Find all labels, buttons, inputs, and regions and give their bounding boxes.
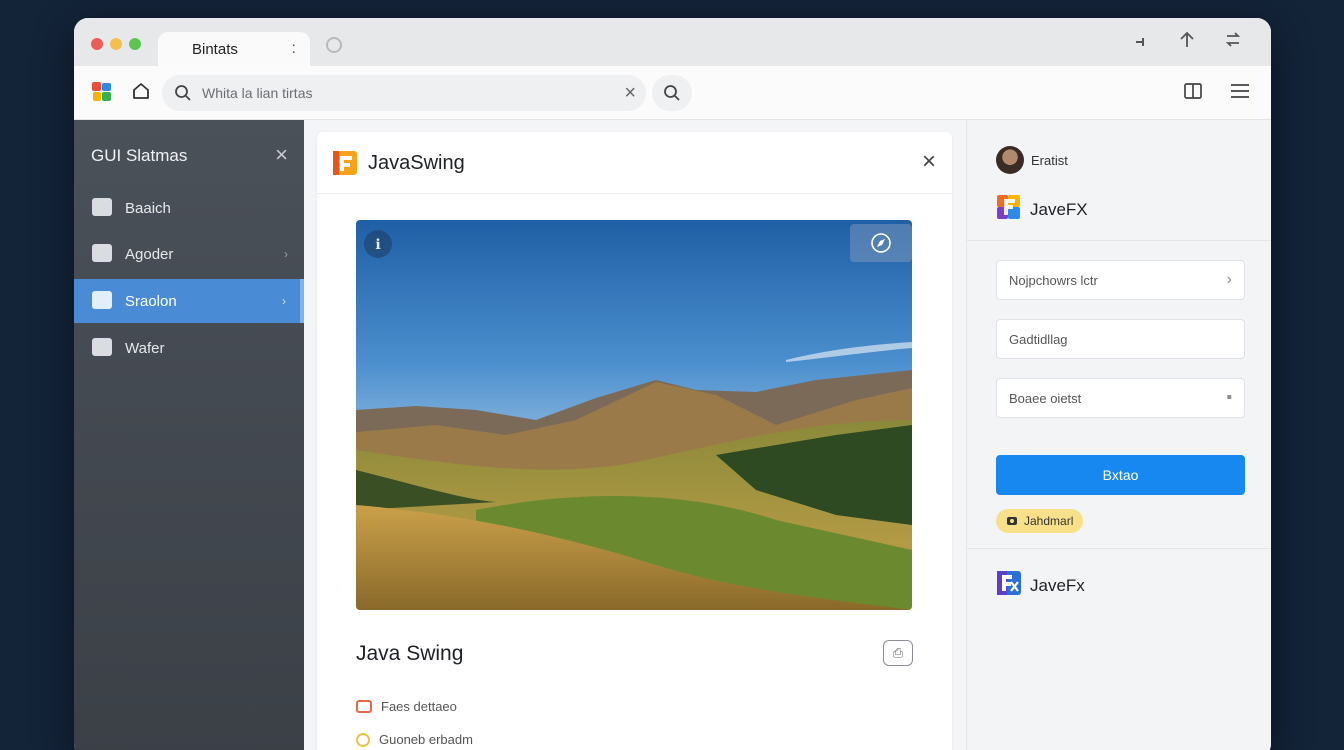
javafx-logo-icon xyxy=(997,195,1020,219)
java-swing-logo-icon xyxy=(333,151,357,175)
meta-label: Guoneb erbadm xyxy=(379,732,473,747)
tab-more-icon[interactable]: : xyxy=(292,40,296,58)
search-button[interactable] xyxy=(652,75,692,111)
sidebar: GUI Slatmas × Baaich Agoder › Sraolon › … xyxy=(74,120,304,750)
field-label: Nojpchowrs lctr xyxy=(1009,272,1098,288)
calendar-icon xyxy=(356,700,372,713)
divider xyxy=(967,240,1271,241)
export-button[interactable]: ⎙ xyxy=(883,640,913,666)
upload-icon[interactable] xyxy=(1177,30,1201,50)
cloud-icon xyxy=(92,291,112,309)
field-label: Boaee oietst xyxy=(1009,390,1082,406)
file-icon xyxy=(92,198,112,216)
chevron-right-icon: › xyxy=(282,294,286,308)
tag-icon xyxy=(1007,517,1017,525)
meta-row-0: Faes dettaeo xyxy=(356,699,457,714)
primary-button[interactable]: Bxtao xyxy=(996,455,1245,495)
field-label: Gadtidllag xyxy=(1009,331,1068,347)
sidebar-item-1[interactable]: Agoder › xyxy=(74,232,304,276)
app-name-top: JaveFX xyxy=(1030,200,1088,219)
inbox-icon xyxy=(92,244,112,262)
chevron-right-icon: › xyxy=(284,247,288,261)
user-name: Eratist xyxy=(1031,153,1068,168)
share-icon[interactable] xyxy=(1223,30,1247,50)
search-placeholder: Whita la lian tirtas xyxy=(202,85,313,101)
info-icon[interactable]: ℹ xyxy=(364,230,392,258)
avatar[interactable] xyxy=(996,146,1024,174)
sidebar-item-0[interactable]: Baaich xyxy=(74,186,304,230)
status-badge-label: Jahdmarl xyxy=(1024,514,1074,528)
app-name-bottom: JaveFx xyxy=(1030,576,1085,595)
status-badge[interactable]: Jahdmarl xyxy=(996,509,1084,533)
sidebar-item-label: Baaich xyxy=(125,199,171,217)
save-icon xyxy=(92,338,112,356)
right-panel: Eratist JaveFX Nojpchowrs lctr › Gadtidl… xyxy=(966,120,1271,750)
tab-active[interactable]: Bintats : xyxy=(158,32,310,66)
sidebar-item-label: Agoder xyxy=(125,245,174,263)
maximize-window-button[interactable] xyxy=(129,38,141,50)
sidebar-close-icon[interactable]: × xyxy=(275,142,288,168)
field-2[interactable]: Boaee oietst ▪ xyxy=(996,378,1245,418)
tab-bar: Bintats : xyxy=(74,18,1271,66)
menu-icon[interactable] xyxy=(1229,81,1251,101)
pin-icon[interactable] xyxy=(1131,30,1155,50)
clock-icon xyxy=(356,732,370,747)
chevron-right-icon: › xyxy=(1226,271,1232,288)
home-icon[interactable] xyxy=(130,80,152,102)
hero-image: ℹ xyxy=(356,220,912,610)
new-tab-icon[interactable] xyxy=(326,37,342,53)
meta-label: Faes dettaeo xyxy=(381,699,457,714)
minimize-window-button[interactable] xyxy=(110,38,122,50)
divider xyxy=(967,548,1271,549)
content-header: JavaSwing × xyxy=(317,132,952,194)
toolbar-actions xyxy=(1183,81,1251,101)
clear-icon[interactable]: × xyxy=(624,82,636,105)
field-1[interactable]: Gadtidllag xyxy=(996,319,1245,359)
field-0[interactable]: Nojpchowrs lctr › xyxy=(996,260,1245,300)
close-icon[interactable]: × xyxy=(922,148,936,176)
split-view-icon[interactable] xyxy=(1183,81,1203,101)
compass-icon[interactable] xyxy=(850,224,912,262)
tab-title: Bintats xyxy=(192,40,238,58)
sidebar-title: GUI Slatmas xyxy=(91,146,188,165)
app-logo-icon[interactable] xyxy=(90,80,114,104)
search-icon xyxy=(664,85,680,101)
tab-bar-actions xyxy=(1131,30,1247,50)
hero-caption: Java Swing xyxy=(356,642,464,665)
sidebar-item-label: Wafer xyxy=(125,339,165,357)
sidebar-item-2[interactable]: Sraolon › xyxy=(74,279,304,323)
meta-row-1: Guoneb erbadm xyxy=(356,732,473,747)
content-title: JavaSwing xyxy=(368,152,465,174)
lock-icon: ▪ xyxy=(1226,389,1232,406)
content-panel: JavaSwing × ℹ Java Swing ⎙ Faes dettaeo … xyxy=(317,132,952,750)
browser-window: Bintats : Whita la lian tirtas × GUI Sla… xyxy=(74,18,1271,750)
toolbar: Whita la lian tirtas × xyxy=(74,66,1271,120)
javafx-alt-logo-icon xyxy=(997,571,1021,595)
search-icon xyxy=(175,85,191,101)
sidebar-item-label: Sraolon xyxy=(125,292,177,310)
sidebar-item-3[interactable]: Wafer xyxy=(74,326,304,370)
window-controls xyxy=(91,38,141,50)
search-input[interactable]: Whita la lian tirtas × xyxy=(162,75,646,111)
close-window-button[interactable] xyxy=(91,38,103,50)
